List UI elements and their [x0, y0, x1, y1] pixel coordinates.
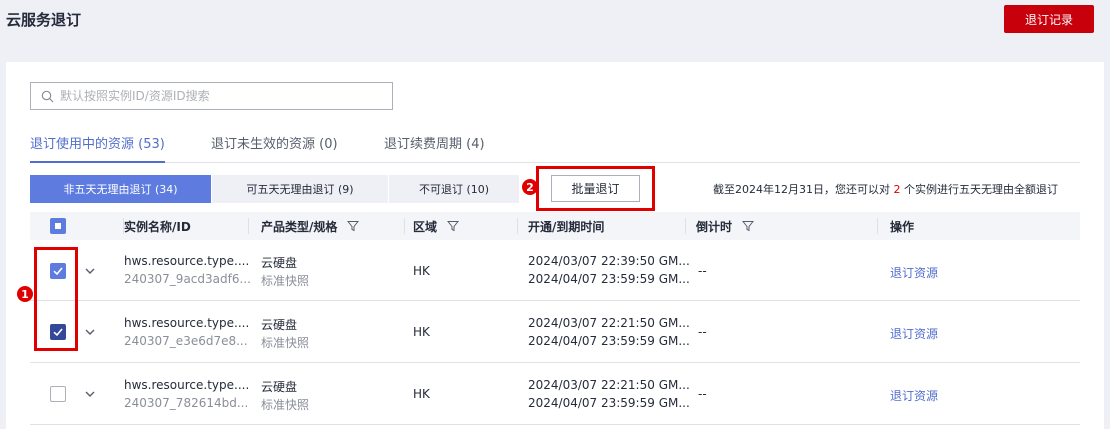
filter-icon[interactable] — [742, 220, 755, 232]
filter-five-day[interactable]: 可五天无理由退订 (9) — [212, 175, 388, 203]
region: HK — [413, 325, 430, 339]
product-type: 云硬盘 — [261, 256, 298, 270]
end-time: 2024/04/07 23:59:59 GM... — [528, 396, 690, 410]
table-row: hws.resource.type.... 240307_e3e6d7e8...… — [30, 302, 1080, 363]
countdown: -- — [698, 264, 707, 278]
row-checkbox[interactable] — [50, 386, 66, 402]
table-row: hws.resource.type.... 240307_782614bd...… — [30, 364, 1080, 425]
five-day-notice: 截至2024年12月31日，您还可以对 2 个实例进行五天无理由全额退订 — [713, 183, 1058, 196]
column-type: 产品类型/规格 — [261, 219, 338, 234]
start-time: 2024/03/07 22:21:50 GM... — [528, 316, 690, 330]
filter-not-refundable[interactable]: 不可退订 (10) — [389, 175, 519, 203]
column-action: 操作 — [890, 219, 915, 234]
product-spec: 标准快照 — [261, 336, 310, 350]
instance-name: hws.resource.type.... — [124, 378, 250, 392]
unsubscribe-records-button[interactable]: 退订记录 — [1004, 5, 1094, 33]
search-input[interactable] — [60, 89, 360, 103]
tab-not-effective[interactable]: 退订未生效的资源 (0) — [211, 133, 338, 163]
instance-id: 240307_9acd3adf6... — [124, 272, 251, 286]
tab-in-use[interactable]: 退订使用中的资源 (53) — [30, 133, 165, 163]
filter-icon[interactable] — [447, 220, 460, 232]
table-row: hws.resource.type.... 240307_9acd3adf6..… — [30, 240, 1080, 301]
select-all-checkbox[interactable] — [50, 218, 66, 234]
table-header: 实例名称/ID 产品类型/规格 区域 开通/到期时间 倒计时 操作 — [30, 212, 1080, 240]
annotation-badge-1: 1 — [17, 286, 33, 302]
search-icon — [41, 90, 54, 102]
chevron-down-icon[interactable] — [84, 326, 96, 338]
region: HK — [413, 387, 430, 401]
page-title: 云服务退订 — [6, 11, 82, 29]
end-time: 2024/04/07 23:59:59 GM... — [528, 334, 690, 348]
product-type: 云硬盘 — [261, 380, 298, 394]
unsubscribe-resource-link[interactable]: 退订资源 — [890, 387, 938, 404]
product-type: 云硬盘 — [261, 318, 298, 332]
chevron-down-icon[interactable] — [84, 265, 96, 277]
chevron-down-icon[interactable] — [84, 388, 96, 400]
end-time: 2024/04/07 23:59:59 GM... — [528, 272, 690, 286]
column-countdown: 倒计时 — [696, 219, 733, 234]
countdown: -- — [698, 387, 707, 401]
annotation-badge-2: 2 — [522, 179, 538, 195]
unsubscribe-resource-link[interactable]: 退订资源 — [890, 325, 938, 342]
countdown: -- — [698, 325, 707, 339]
search-box[interactable] — [30, 82, 393, 110]
resource-tabs: 退订使用中的资源 (53) 退订未生效的资源 (0) 退订续费周期 (4) — [30, 125, 1080, 163]
product-spec: 标准快照 — [261, 398, 310, 412]
filter-icon[interactable] — [347, 220, 360, 232]
column-name: 实例名称/ID — [124, 219, 191, 234]
product-spec: 标准快照 — [261, 274, 310, 288]
annotation-frame-batch — [536, 166, 655, 211]
instance-id: 240307_e3e6d7e8... — [124, 334, 248, 348]
instance-name: hws.resource.type.... — [124, 254, 250, 268]
column-region: 区域 — [413, 219, 438, 234]
start-time: 2024/03/07 22:39:50 GM... — [528, 254, 690, 268]
unsubscribe-resource-link[interactable]: 退订资源 — [890, 264, 938, 281]
region: HK — [413, 264, 430, 278]
tab-renewal[interactable]: 退订续费周期 (4) — [384, 133, 485, 163]
instance-id: 240307_782614bd... — [124, 396, 249, 410]
column-time: 开通/到期时间 — [528, 219, 605, 234]
main-card: 退订使用中的资源 (53) 退订未生效的资源 (0) 退订续费周期 (4) 非五… — [6, 62, 1104, 429]
filter-non-five-day[interactable]: 非五天无理由退订 (34) — [30, 175, 211, 203]
annotation-frame-checkboxes — [34, 247, 78, 351]
start-time: 2024/03/07 22:21:50 GM... — [528, 378, 690, 392]
instance-name: hws.resource.type.... — [124, 316, 250, 330]
